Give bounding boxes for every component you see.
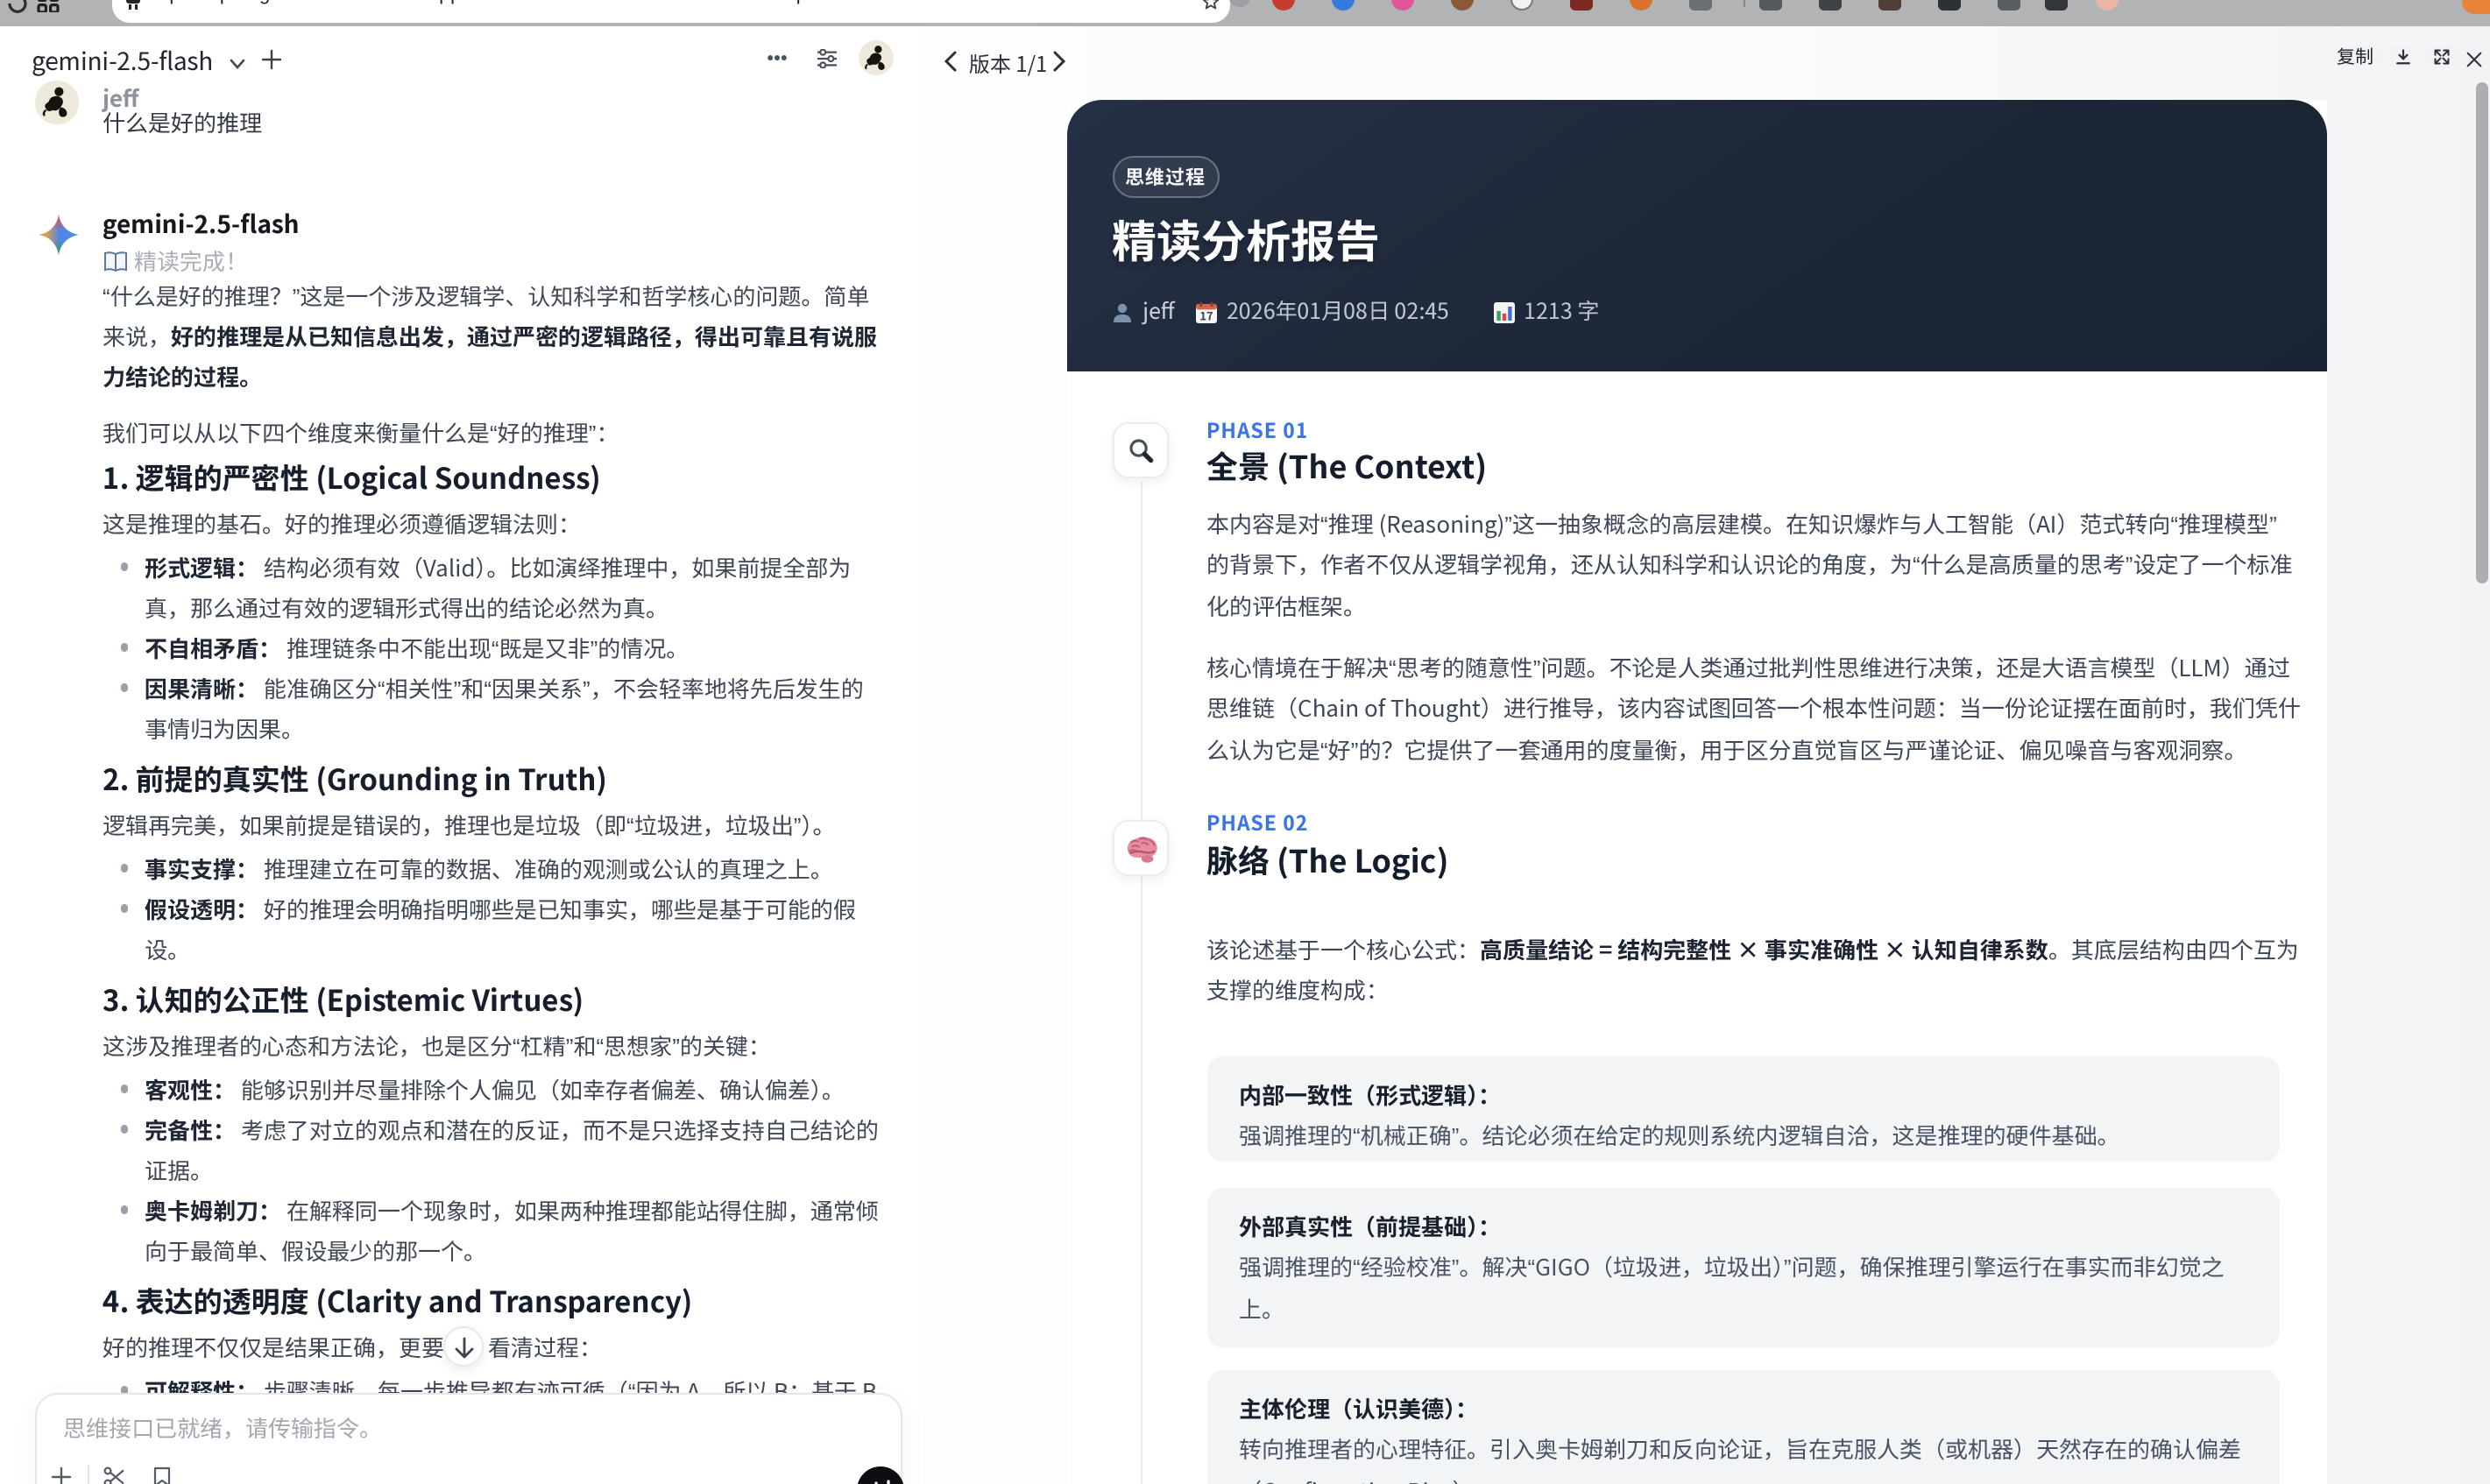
svg-text:17: 17 bbox=[1199, 307, 1213, 323]
